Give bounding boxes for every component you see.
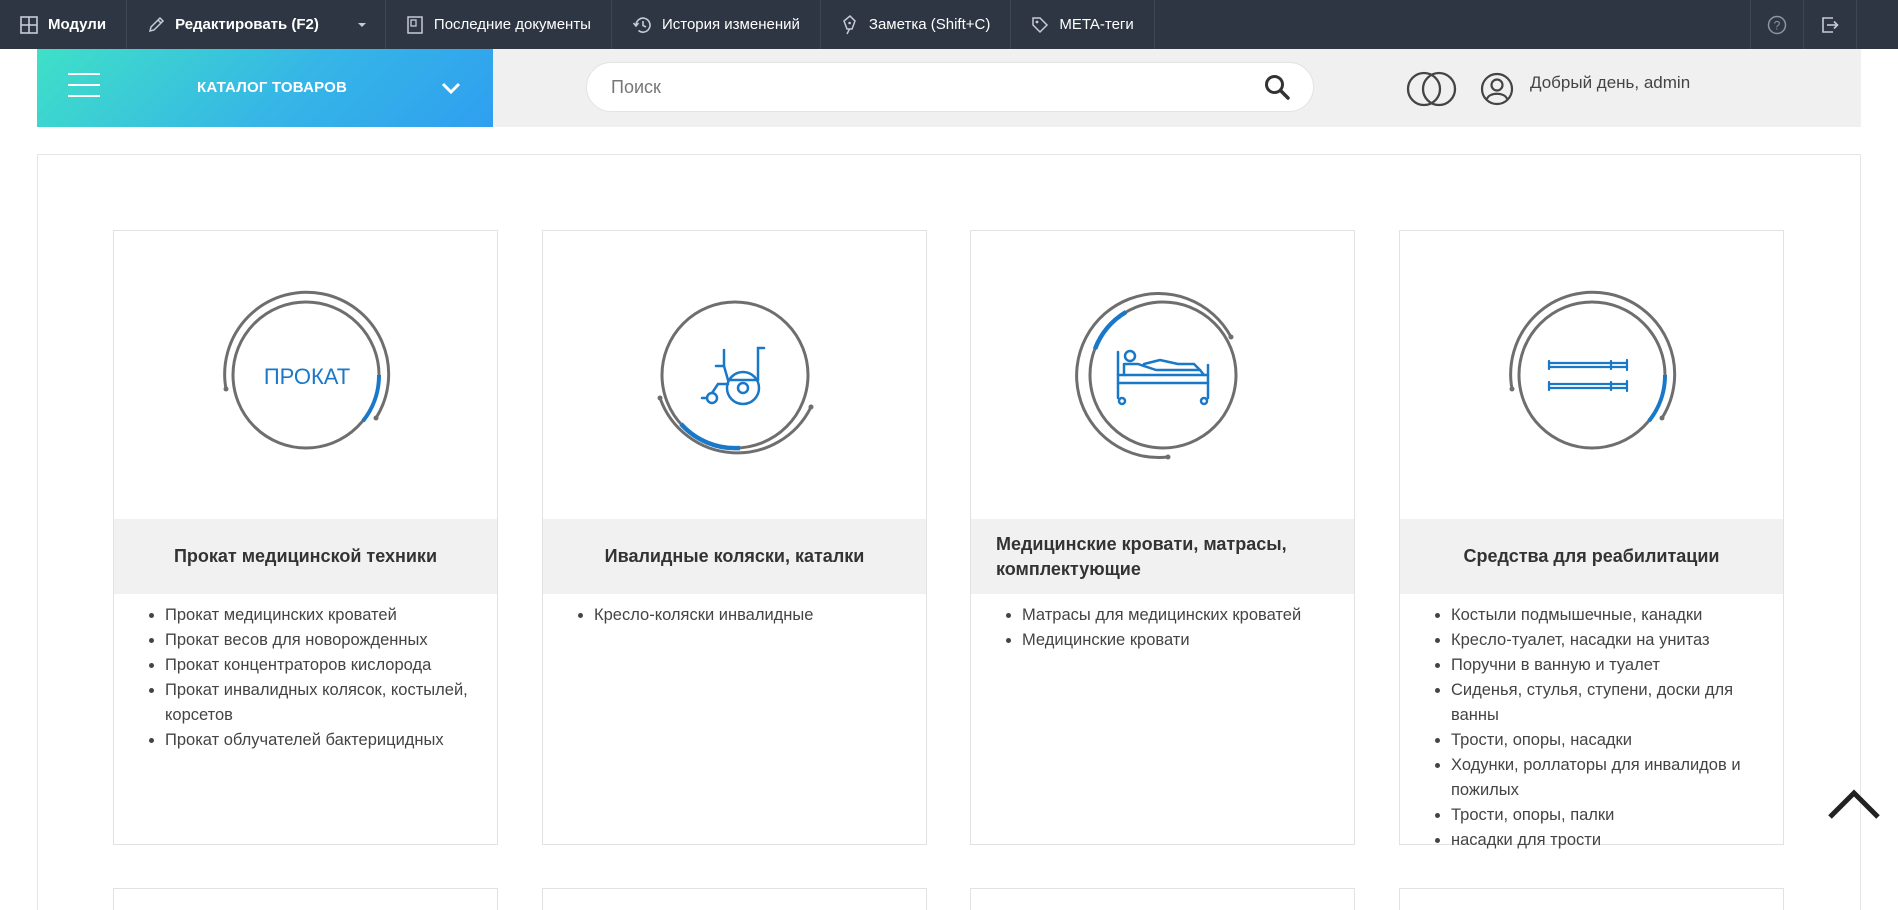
history-icon <box>632 16 651 33</box>
subcategory-link[interactable]: Поручни в ванную и туалет <box>1451 653 1765 678</box>
category-card[interactable]: Средства для реабилитации Костыли подмыш… <box>1399 230 1784 849</box>
category-card-partial <box>970 888 1355 910</box>
medical-bed-icon <box>1074 292 1237 460</box>
subcategory-list: Кресло-коляски инвалидные <box>594 603 908 628</box>
search-input[interactable] <box>611 76 1263 98</box>
logout-button[interactable] <box>1803 0 1856 49</box>
subcategory-link[interactable]: Прокат концентраторов кислорода <box>165 653 479 678</box>
catalog-menu-button[interactable]: КАТАЛОГ ТОВАРОВ <box>37 49 493 127</box>
category-image <box>1400 231 1783 519</box>
caret-down-icon <box>357 22 366 27</box>
edit-button[interactable]: Редактировать (F2) <box>127 0 339 49</box>
grid-icon <box>20 15 38 34</box>
subcategory-link[interactable]: Прокат облучателей бактерицидных <box>165 728 479 753</box>
subcategory-link[interactable]: Матрасы для медицинских кроватей <box>1022 603 1336 628</box>
category-card-partial <box>1399 888 1784 910</box>
category-card-partial <box>542 888 927 910</box>
category-card[interactable]: Медицинские кровати, матрасы, комплектую… <box>970 230 1355 845</box>
admin-toolbar-right: ? <box>1750 0 1898 49</box>
subcategory-link[interactable]: Трости, опоры, палки <box>1451 803 1765 828</box>
search-box <box>586 62 1314 112</box>
admin-toolbar-spacer <box>1856 0 1898 49</box>
pencil-icon <box>149 16 165 32</box>
subcategory-link[interactable]: насадки для трости <box>1451 828 1765 853</box>
category-card[interactable]: ПРОКАТ Прокат медицинской техники Прокат… <box>113 230 498 845</box>
category-title[interactable]: Прокат медицинской техники <box>114 519 497 594</box>
rental-icon: ПРОКАТ <box>222 290 390 450</box>
search-icon[interactable] <box>1263 73 1291 101</box>
subcategory-list: Костыли подмышечные, канадки Кресло-туал… <box>1451 603 1765 853</box>
meta-tags-label: META-теги <box>1059 16 1134 33</box>
subcategory-link[interactable]: Сиденья, стулья, ступени, доски для ванн… <box>1451 678 1765 728</box>
category-card[interactable]: Ивалидные коляски, каталки Кресло-коляск… <box>542 230 927 845</box>
subcategory-link[interactable]: Ходунки, роллаторы для инвалидов и пожил… <box>1451 753 1765 803</box>
history-label: История изменений <box>661 16 800 33</box>
modules-label: Модули <box>48 16 107 33</box>
category-title[interactable]: Средства для реабилитации <box>1400 519 1783 594</box>
wheelchair-icon <box>657 300 813 455</box>
compare-icon[interactable] <box>1406 70 1458 108</box>
note-label: Заметка (Shift+C) <box>868 16 991 33</box>
category-title[interactable]: Ивалидные коляски, каталки <box>543 519 926 594</box>
rental-icon-text: ПРОКАТ <box>263 364 349 389</box>
user-greeting[interactable]: Добрый день, admin <box>1530 73 1690 93</box>
subcategory-link[interactable]: Кресло-туалет, насадки на унитаз <box>1451 628 1765 653</box>
edit-label: Редактировать (F2) <box>175 16 319 33</box>
subcategory-link[interactable]: Медицинские кровати <box>1022 628 1336 653</box>
logout-icon <box>1822 16 1839 33</box>
history-button[interactable]: История изменений <box>612 0 821 49</box>
subcategory-link[interactable]: Костыли подмышечные, канадки <box>1451 603 1765 628</box>
subcategory-list: Матрасы для медицинских кроватей Медицин… <box>1022 603 1336 653</box>
edit-dropdown-toggle[interactable] <box>339 0 386 49</box>
chevron-up-icon[interactable] <box>1826 785 1882 821</box>
note-button[interactable]: Заметка (Shift+C) <box>821 0 1012 49</box>
catalog-label: КАТАЛОГ ТОВАРОВ <box>197 79 348 96</box>
pen-nib-icon <box>843 14 856 34</box>
subcategory-link[interactable]: Трости, опоры, насадки <box>1451 728 1765 753</box>
subcategory-link[interactable]: Прокат весов для новорожденных <box>165 628 479 653</box>
document-icon <box>407 15 423 34</box>
subcategory-link[interactable]: Кресло-коляски инвалидные <box>594 603 908 628</box>
subcategory-link[interactable]: Прокат инвалидных колясок, костылей, кор… <box>165 678 479 728</box>
category-image: ПРОКАТ <box>114 231 497 519</box>
meta-tags-button[interactable]: META-теги <box>1011 0 1155 49</box>
user-icon[interactable] <box>1480 72 1514 106</box>
modules-button[interactable]: Модули <box>0 0 128 49</box>
crutches-icon <box>1508 290 1676 450</box>
subcategory-list: Прокат медицинских кроватей Прокат весов… <box>165 603 479 753</box>
tag-icon <box>1032 16 1049 33</box>
recent-docs-label: Последние документы <box>433 16 591 33</box>
category-image <box>543 231 926 519</box>
subcategory-link[interactable]: Прокат медицинских кроватей <box>165 603 479 628</box>
hamburger-icon <box>68 73 100 97</box>
recent-docs-button[interactable]: Последние документы <box>386 0 612 49</box>
svg-text:?: ? <box>1774 18 1781 32</box>
category-image <box>971 231 1354 519</box>
category-title[interactable]: Медицинские кровати, матрасы, комплектую… <box>971 519 1354 594</box>
admin-toolbar: Модули Редактировать (F2) Последние доку… <box>0 0 1898 49</box>
category-card-partial <box>113 888 498 910</box>
chevron-down-icon <box>441 82 461 95</box>
help-icon: ? <box>1767 15 1787 34</box>
help-button[interactable]: ? <box>1750 0 1803 49</box>
